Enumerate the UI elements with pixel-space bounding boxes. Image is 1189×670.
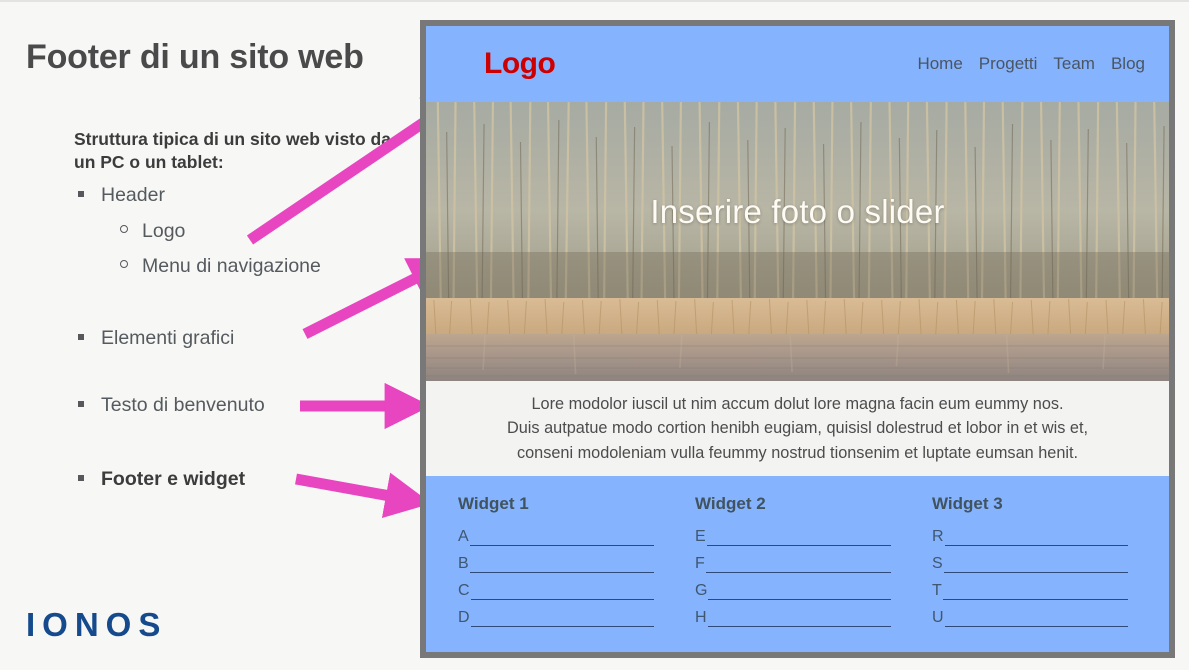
widget-link-rule — [469, 535, 654, 546]
welcome-text-line: Duis autpatue modo cortion henibh eugiam… — [506, 419, 1089, 438]
mockup-hero-caption: Inserire foto o slider — [650, 193, 945, 230]
widget-link-rule — [470, 589, 654, 600]
widget-link-item[interactable]: A — [458, 528, 654, 546]
welcome-text-line: Lore modolor iuscil ut nim accum dolut l… — [531, 395, 1064, 414]
ionos-logo: IONOS — [26, 606, 168, 643]
widget-link-label: B — [458, 555, 469, 572]
widget-link-item[interactable]: T — [932, 582, 1128, 600]
widget-link-item[interactable]: H — [695, 609, 891, 627]
mockup-navigation: Home Progetti Team Blog — [917, 54, 1145, 74]
widget-link-label: D — [458, 609, 470, 626]
outline-item-header: Header — [78, 184, 165, 207]
widget-link-item[interactable]: E — [695, 528, 891, 546]
widget-link-label: U — [932, 609, 944, 626]
widget-title: Widget 1 — [458, 494, 529, 513]
outline-item-label: Testo di benvenuto — [101, 394, 265, 416]
outline-item-label: Header — [101, 184, 165, 206]
widget-title: Widget 3 — [932, 494, 1003, 513]
outline-item-testo-di-benvenuto: Testo di benvenuto — [78, 394, 265, 417]
widget-link-item[interactable]: D — [458, 609, 654, 627]
widget-link-rule — [705, 562, 891, 573]
widget-link-item[interactable]: G — [695, 582, 891, 600]
outline-item-label: Logo — [142, 220, 186, 242]
square-bullet-icon — [78, 191, 84, 197]
square-bullet-icon — [78, 475, 84, 481]
widget-link-label: E — [695, 528, 706, 545]
widget-title: Widget 2 — [695, 494, 766, 513]
widget-link-item[interactable]: S — [932, 555, 1128, 573]
widget-link-label: T — [932, 582, 942, 599]
mockup-logo[interactable]: Logo — [484, 47, 556, 81]
nav-item-home[interactable]: Home — [917, 54, 962, 74]
hero-photo-illustration — [426, 102, 1169, 381]
widget-link-rule — [470, 616, 654, 627]
outline-item-footer-e-widget: Footer e widget — [78, 468, 245, 491]
widget-link-rule — [944, 535, 1128, 546]
widget-column-3: Widget 3 RSTU — [916, 494, 1153, 642]
widget-link-label: H — [695, 609, 707, 626]
outline-item-label: Footer e widget — [101, 468, 246, 490]
square-bullet-icon — [78, 401, 84, 407]
square-bullet-icon — [78, 334, 84, 340]
widget-link-item[interactable]: U — [932, 609, 1128, 627]
mockup-welcome-text: Lore modolor iuscil ut nim accum dolut l… — [426, 381, 1169, 476]
widget-link-label: A — [458, 528, 469, 545]
outline-item-logo: Logo — [120, 220, 185, 243]
outline-item-label: Menu di navigazione — [142, 255, 321, 277]
mockup-hero-image: Inserire foto o slider — [426, 102, 1169, 381]
left-explanation-panel: Footer di un sito web Struttura tipica d… — [0, 2, 418, 670]
widget-link-label: S — [932, 555, 943, 572]
mockup-header: Logo Home Progetti Team Blog — [426, 26, 1169, 102]
widget-link-label: C — [458, 582, 470, 599]
website-mockup-frame: Logo Home Progetti Team Blog Inserire fo… — [420, 20, 1175, 658]
widget-link-rule — [944, 616, 1128, 627]
widget-column-1: Widget 1 ABCD — [442, 494, 679, 642]
outline-item-menu-di-navigazione: Menu di navigazione — [120, 255, 321, 278]
intro-heading: Struttura tipica di un sito web visto da… — [74, 129, 391, 173]
widget-link-item[interactable]: R — [932, 528, 1128, 546]
widget-link-rule — [942, 589, 1128, 600]
widget-link-item[interactable]: B — [458, 555, 654, 573]
page-title: Footer di un sito web — [26, 38, 364, 76]
widget-link-label: G — [695, 582, 708, 599]
nav-item-team[interactable]: Team — [1053, 54, 1095, 74]
widget-link-rule — [943, 562, 1128, 573]
nav-item-blog[interactable]: Blog — [1111, 54, 1145, 74]
circle-bullet-icon — [120, 260, 128, 268]
widget-link-rule — [706, 535, 891, 546]
widget-link-label: R — [932, 528, 944, 545]
widget-link-rule — [708, 589, 891, 600]
outline-item-elementi-grafici: Elementi grafici — [78, 327, 234, 350]
circle-bullet-icon — [120, 225, 128, 233]
widget-link-rule — [707, 616, 891, 627]
nav-item-progetti[interactable]: Progetti — [979, 54, 1038, 74]
widget-link-rule — [469, 562, 654, 573]
widget-link-item[interactable]: F — [695, 555, 891, 573]
welcome-text-line: conseni modoleniam vulla feummy nostrud … — [516, 443, 1079, 462]
widget-link-item[interactable]: C — [458, 582, 654, 600]
widget-column-2: Widget 2 EFGH — [679, 494, 916, 642]
mockup-footer-widgets: Widget 1 A B C D Widget 2 E F G H Widget 3 RSTU — [426, 476, 1169, 652]
widget-link-label: F — [695, 555, 705, 572]
outline-item-label: Elementi grafici — [101, 327, 235, 349]
slide-canvas: Footer di un sito web Struttura tipica d… — [0, 0, 1189, 670]
